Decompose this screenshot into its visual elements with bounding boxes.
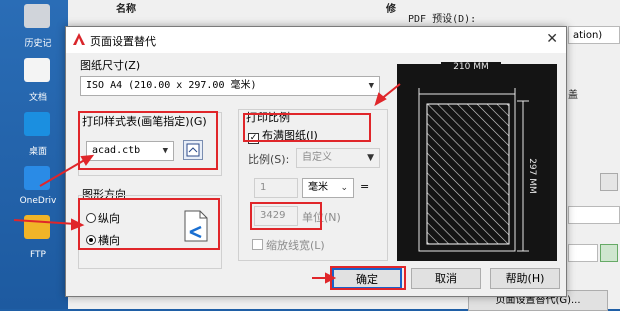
background-combo[interactable] [568,244,598,262]
dialog-title: 页面设置替代 [90,35,156,48]
landscape-orientation-icon [184,210,208,242]
paper-size-select[interactable]: ISO A4 (210.00 x 297.00 毫米) ▼ [80,76,380,96]
scale-lineweights-checkbox[interactable]: 缩放线宽(L) [252,237,325,253]
paper-size-value: ISO A4 (210.00 x 297.00 毫米) [86,80,257,91]
desktop-icon[interactable] [24,112,50,136]
desktop-item-label: FTP [30,250,46,260]
page-setup-override-dialog: 页面设置替代 ✕ 图纸尺寸(Z) ISO A4 (210.00 x 297.00… [65,26,567,297]
chevron-down-icon: ▼ [162,146,168,156]
help-button[interactable]: 帮助(H) [490,268,560,289]
background-combo[interactable] [568,206,620,224]
desktop-item-label: OneDriv [19,196,57,206]
autocad-logo-icon [73,33,85,45]
landscape-radio[interactable]: 横向 [86,232,120,248]
column-modified-header: 修 [386,4,396,15]
preview-height-label: 297 MM [525,144,537,208]
chevron-down-icon: ▼ [368,81,374,91]
plot-scale-label: 打印比例 [246,111,290,124]
scale-label: 比例(S): [248,153,290,166]
desktop-item-label: 桌面 [28,147,47,157]
unit-label: 单位(N) [302,211,341,224]
radio-on-icon [86,235,96,245]
pdf-preset-label: PDF 预设(D): [408,14,477,25]
scale-select[interactable]: 自定义 ▼ [296,148,380,168]
scale-lineweights-label: 缩放线宽(L) [266,239,325,252]
dialog-titlebar: 页面设置替代 ✕ [66,27,566,53]
chevron-down-icon: ⌄ [340,183,348,193]
desktop-item-label: 文档 [28,93,47,103]
column-name-header: 名称 [116,4,136,15]
background-text: 盖 [568,90,578,101]
fit-to-paper-checkbox[interactable]: ✓ 布满图纸(I) [248,127,318,144]
desktop-sidebar: 历史记 文档 桌面 OneDriv FTP [0,0,70,309]
paper-size-label: 图纸尺寸(Z) [80,59,141,72]
scale-denominator-input[interactable]: 3429 [254,206,298,226]
ok-button[interactable]: 确定 [332,268,402,289]
radio-off-icon [86,213,96,223]
edit-plot-style-icon[interactable] [183,140,203,160]
portrait-label: 纵向 [98,212,120,225]
onedrive-icon[interactable] [24,166,50,190]
portrait-radio[interactable]: 纵向 [86,210,120,226]
scale-numerator-input[interactable]: 1 [254,178,298,198]
pdf-preset-field[interactable]: ation) [568,26,620,44]
edit-icon[interactable] [600,244,618,262]
landscape-label: 横向 [98,234,120,247]
fit-to-paper-label: 布满图纸(I) [262,129,318,142]
unit-select[interactable]: 毫米 ⌄ [302,178,354,198]
close-icon[interactable]: ✕ [546,31,558,47]
ftp-folder-icon[interactable] [24,215,50,239]
paper-preview: 210 MM 297 MM [397,62,557,261]
unit-value: 毫米 [308,182,328,193]
desktop-item-label: 历史记 [24,39,52,49]
cancel-button[interactable]: 取消 [411,268,481,289]
chevron-down-icon: ▼ [367,153,374,163]
plot-style-label: 打印样式表(画笔指定)(G) [82,115,207,128]
document-icon[interactable] [24,58,50,82]
checkbox-checked-icon: ✓ [248,133,259,144]
equals-sign: = [360,180,370,193]
scale-value: 自定义 [302,152,332,163]
preview-width-label: 210 MM [441,62,501,74]
checkbox-unchecked-icon [252,239,263,250]
plot-style-select[interactable]: acad.ctb ▼ [86,141,174,161]
plot-style-value: acad.ctb [92,145,141,156]
history-icon[interactable] [24,4,50,28]
plotter-properties-icon[interactable] [600,173,618,191]
